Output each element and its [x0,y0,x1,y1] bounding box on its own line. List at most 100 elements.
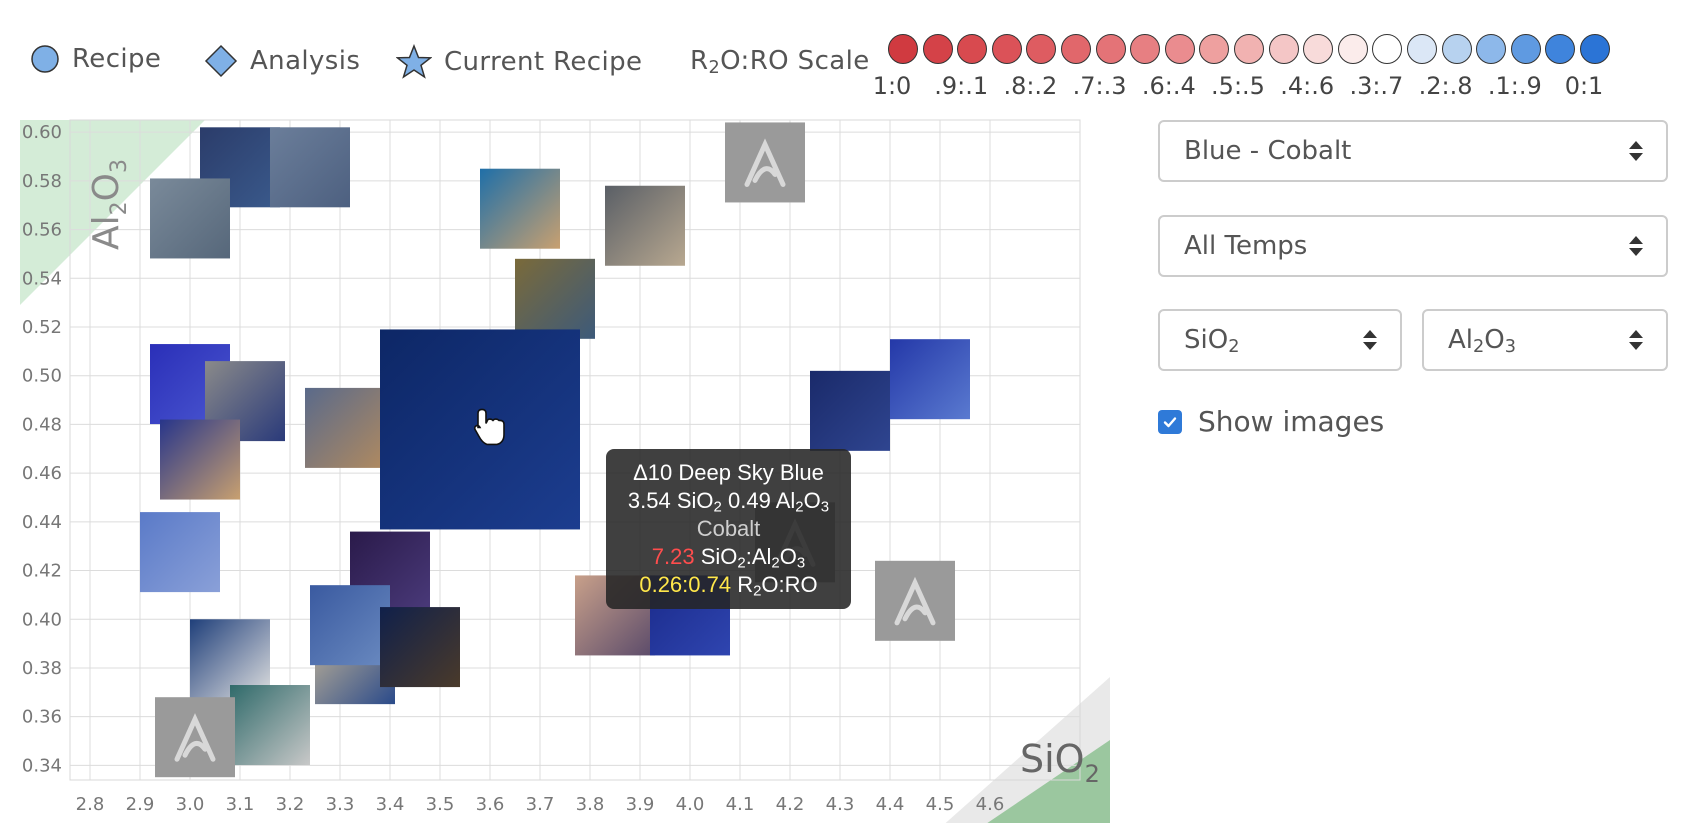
tooltip-r2o: 0.26:0.74 R2O:RO [639,572,818,600]
scale-dot [1130,34,1161,64]
y-tick-label: 0.42 [22,561,62,582]
select-arrows-icon [1629,141,1643,161]
y-tick-label: 0.56 [22,220,62,241]
recipe-thumb-goblets[interactable] [515,258,595,339]
legend-current-recipe: Current Recipe [396,44,642,80]
y-tick-label: 0.50 [22,366,62,387]
y-axis-select-value: Al2O3 [1448,325,1516,357]
legend-recipe-label: Recipe [72,44,162,74]
scale-dot [1061,34,1091,64]
chart-svg[interactable]: 2.8 2.9 3.0 3.1 3.2 3.3 3.4 3.5 3.6 3.7 3.8 3.9 4.0 4… [0,110,1110,823]
y-tick-label: 0.52 [22,317,62,338]
x-tick-label: 3.5 [426,794,455,815]
recipe-thumb-green-bowls[interactable] [230,685,310,766]
temperature-value: All Temps [1184,231,1308,261]
recipe-thumb-stack[interactable] [305,387,385,468]
y-tick-label: 0.54 [22,268,62,289]
scale-labels: 1:0 .9:.1 .8:.2 .7:.3 .6:.4 .5:.5 .4:.6 .3:.7 .2… [873,72,1620,102]
scale-label: .1:.9 [1487,72,1542,100]
scale-dot [1441,34,1472,64]
scale-dot [1545,34,1576,64]
show-images-toggle[interactable]: Show images [1158,405,1384,438]
select-arrows-icon [1629,330,1643,350]
recipe-thumb-dark-tile[interactable] [810,370,890,451]
y-tick-label: 0.46 [22,463,62,484]
x-tick-label: 4.2 [776,794,805,815]
scale-label: 1:0 [872,72,912,100]
scale-dot [1303,34,1334,64]
glaze-color-value: Blue - Cobalt [1184,136,1352,166]
tooltip-title: Δ10 Deep Sky Blue [633,460,824,485]
scale-label: .9:.1 [934,72,989,100]
x-tick-label: 3.6 [476,794,505,815]
recipe-thumb-blue-slab[interactable] [310,585,390,666]
scale-dot [1510,34,1541,64]
y-axis-select[interactable]: Al2O3 [1422,309,1668,371]
x-tick-label: 4.5 [926,794,955,815]
scale-dot [1407,34,1437,64]
show-images-checkbox[interactable] [1158,409,1182,434]
scale-label: .3:.7 [1349,72,1404,100]
y-tick-label: 0.48 [22,414,62,435]
circle-icon [31,45,59,73]
recipe-thumb-shard-blue[interactable] [140,512,220,593]
legend-recipe: Recipe [30,44,161,74]
recipe-thumb-grey-stripes[interactable] [270,127,350,208]
x-axis-select-value: SiO2 [1184,325,1240,357]
scale-dots [888,34,1610,64]
scale-dot [1580,34,1610,64]
x-tick-label: 2.9 [126,794,155,815]
recipe-thumb-pot-dark[interactable] [380,607,460,688]
y-tick-label: 0.44 [22,512,62,533]
scale-label: .5:.5 [1211,72,1265,100]
recipe-thumb-placeholder-bottom[interactable] [155,697,235,778]
scale-dot [1372,34,1403,64]
scale-dot [1234,34,1264,64]
x-tick-label: 3.7 [526,794,555,815]
x-tick-label: 4.3 [826,794,855,815]
diamond-icon [204,44,238,78]
recipe-thumb-bottle[interactable] [160,419,240,500]
scale-dot [957,34,988,64]
select-arrows-icon [1629,236,1643,256]
scale-dot [1164,34,1195,64]
temperature-select[interactable]: All Temps [1158,215,1668,277]
scale-label: 0:1 [1564,72,1604,100]
scale-label: .4:.6 [1280,72,1335,100]
recipe-thumb-cobalt-stack[interactable] [890,339,970,420]
legend-bar: Recipe Analysis Current Recipe R2O:RO Sc… [0,0,1683,110]
scale-dot [1199,34,1230,64]
scale-dot [1268,34,1299,64]
select-arrows-icon [1363,330,1377,350]
scale-label: .7:.3 [1072,72,1127,100]
scale-title: R2O:RO Scale [690,46,870,78]
scale-dot [991,34,1022,64]
recipe-thumb-bowl[interactable] [480,168,560,249]
recipe-tooltip: Δ10 Deep Sky Blue 3.54 SiO2 0.49 Al2O3 C… [606,449,851,609]
x-tick-label: 4.4 [876,794,905,815]
x-tick-label: 4.0 [676,794,705,815]
legend-analysis-label: Analysis [250,46,361,76]
recipe-thumb-placeholder-right[interactable] [875,560,955,641]
recipe-thumb-mugs[interactable] [605,185,685,266]
y-tick-label: 0.40 [22,609,62,630]
scale-label: .8:.2 [1003,72,1058,100]
recipe-thumb-vase[interactable] [150,178,230,259]
chart-area[interactable]: 2.8 2.9 3.0 3.1 3.2 3.3 3.4 3.5 3.6 3.7 3.8 3.9 4.0 4… [0,110,1110,823]
y-tick-label: 0.58 [22,171,62,192]
x-tick-label: 3.2 [276,794,305,815]
legend-analysis: Analysis [204,44,360,78]
checkmark-icon [1163,416,1177,427]
x-axis-select[interactable]: SiO2 [1158,309,1402,371]
x-tick-label: 3.8 [576,794,605,815]
scale-dot [1095,34,1126,64]
x-tick-label: 3.4 [376,794,405,815]
tooltip-oxides: 3.54 SiO2 0.49 Al2O3 [627,488,830,516]
star-icon [396,44,432,79]
y-tick-label: 0.60 [22,122,62,143]
x-tick-label: 4.1 [726,794,755,815]
x-tick-label: 3.1 [226,794,255,815]
y-tick-label: 0.38 [22,658,62,679]
recipe-thumb-placeholder-top[interactable] [725,122,805,203]
glaze-color-select[interactable]: Blue - Cobalt [1158,120,1668,182]
